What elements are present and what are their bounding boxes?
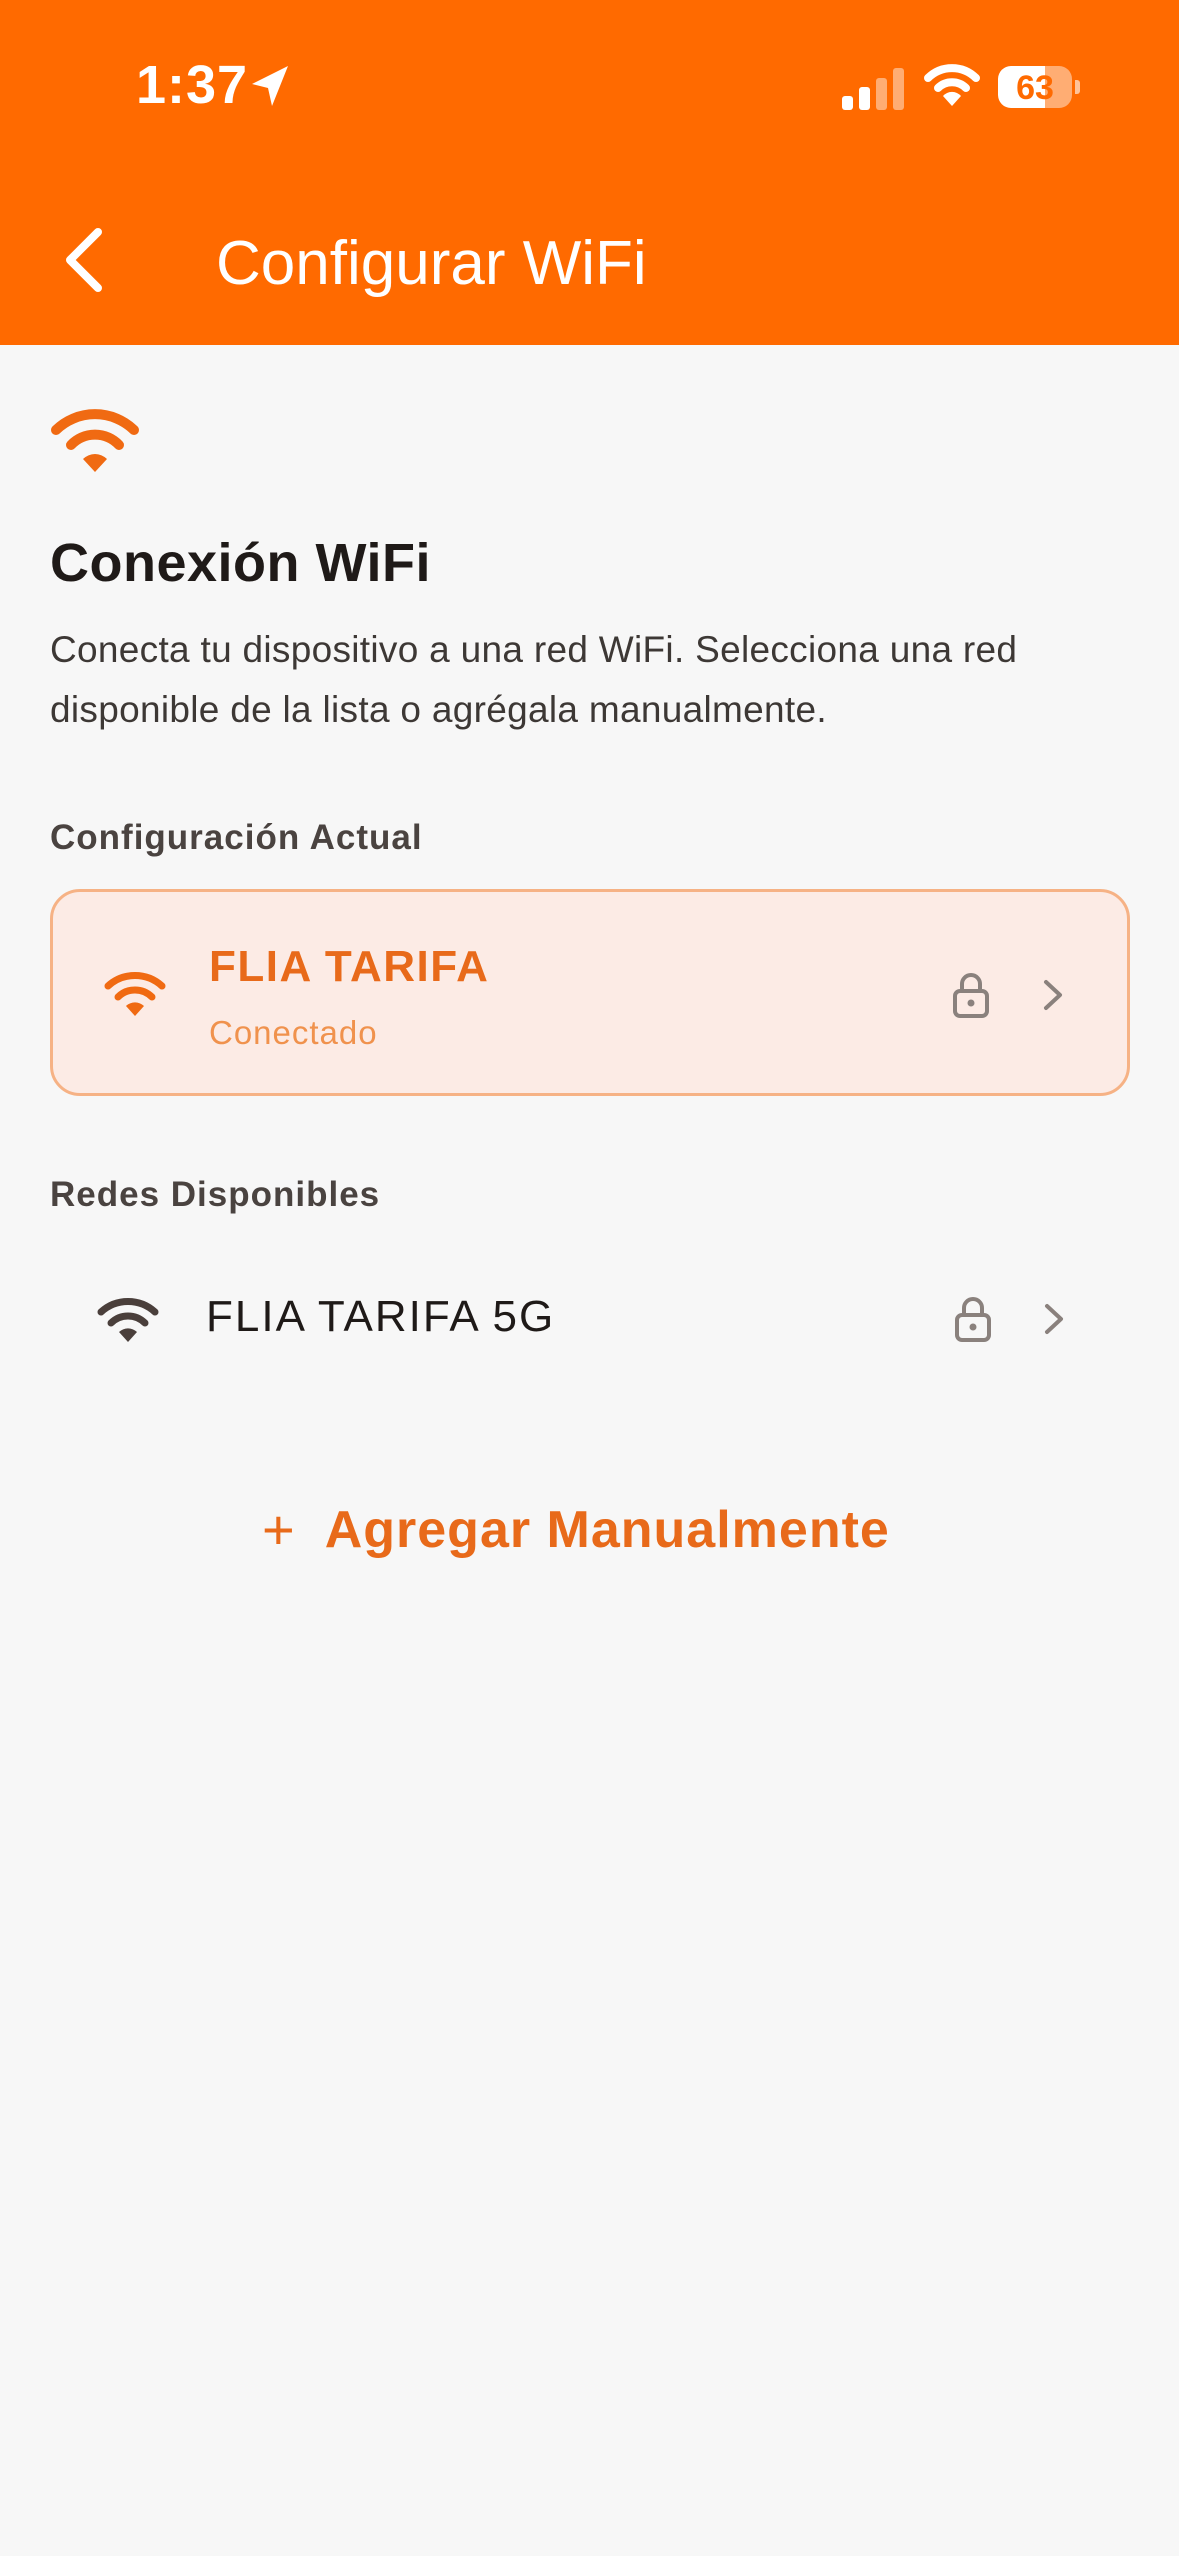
section-description: Conecta tu dispositivo a una red WiFi. S… bbox=[50, 629, 1018, 730]
header-bar: 1:37 63 Configurar WiFi bbox=[0, 0, 1179, 345]
back-button[interactable] bbox=[52, 220, 122, 300]
battery-icon: 63 bbox=[998, 66, 1080, 108]
plus-icon: + bbox=[262, 1498, 295, 1561]
chevron-right-icon bbox=[1045, 1304, 1063, 1334]
wifi-icon bbox=[104, 972, 166, 1016]
chevron-left-icon bbox=[66, 228, 102, 292]
current-network-card[interactable]: FLIA TARIFA Conectado bbox=[50, 889, 1130, 1096]
battery-level: 63 bbox=[1016, 69, 1054, 107]
chevron-right-icon bbox=[1044, 980, 1062, 1010]
page-header-title: Configurar WiFi bbox=[216, 229, 647, 298]
location-arrow-icon bbox=[252, 66, 288, 106]
lock-icon bbox=[955, 1297, 991, 1342]
available-networks-label: Redes Disponibles bbox=[50, 1175, 381, 1214]
signal-icon bbox=[842, 68, 904, 110]
status-time: 1:37 bbox=[136, 55, 249, 115]
connection-status: Conectado bbox=[209, 1014, 378, 1051]
lock-icon bbox=[953, 973, 989, 1018]
battery-body: 63 bbox=[998, 66, 1072, 108]
network-name: FLIA TARIFA 5G bbox=[206, 1292, 556, 1341]
network-list-item[interactable]: FLIA TARIFA 5G bbox=[50, 1260, 1130, 1380]
battery-tip bbox=[1075, 80, 1080, 94]
add-manually-label: Agregar Manualmente bbox=[324, 1501, 890, 1559]
wifi-icon bbox=[924, 64, 980, 106]
current-network-name: FLIA TARIFA bbox=[209, 942, 490, 991]
wifi-icon bbox=[97, 1298, 159, 1342]
add-manually-button[interactable]: + Agregar Manualmente bbox=[262, 1490, 922, 1570]
app-screen: 1:37 63 Configurar WiFi Conexión WiFi Co… bbox=[0, 0, 1179, 2556]
section-title: Conexión WiFi bbox=[50, 533, 431, 593]
current-config-label: Configuración Actual bbox=[50, 818, 423, 857]
wifi-icon bbox=[51, 409, 139, 472]
